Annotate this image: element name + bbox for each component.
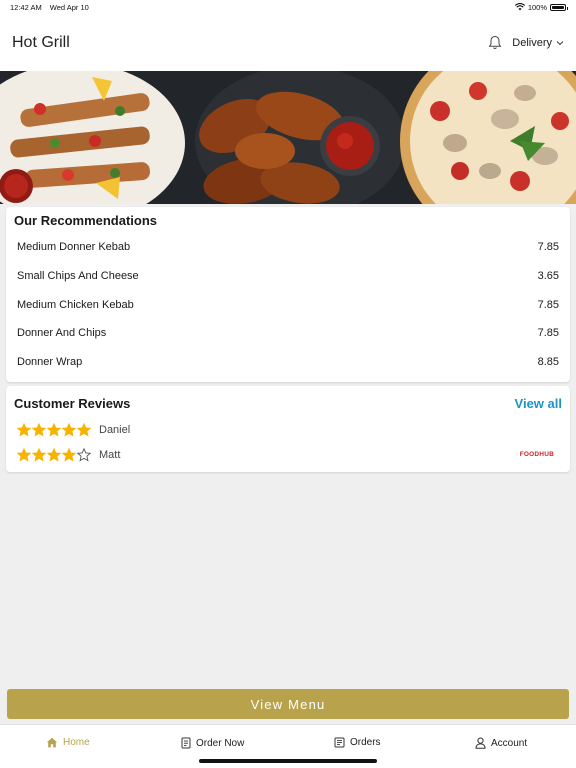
status-date: Wed Apr 10: [49, 2, 89, 12]
view-all-link[interactable]: View all: [515, 396, 562, 411]
review-item: Daniel: [6, 417, 570, 442]
skewers-plate-image: [0, 71, 185, 204]
tab-label: Order Now: [196, 737, 245, 749]
star-filled-icon: [62, 422, 76, 437]
recommendation-item[interactable]: Small Chips And Cheese 3.65: [6, 262, 570, 291]
tab-label: Account: [491, 737, 528, 749]
star-filled-icon: [32, 422, 46, 437]
reviews-header: Customer Reviews View all: [6, 386, 570, 411]
delivery-select[interactable]: Delivery: [512, 37, 564, 49]
battery-icon: [550, 3, 568, 11]
recommendation-item[interactable]: Medium Chicken Kebab 7.85: [6, 290, 570, 319]
receipt-icon: [334, 737, 345, 748]
star-filled-icon: [47, 422, 61, 437]
status-right: 100%: [514, 2, 568, 12]
battery-fill: [552, 5, 564, 9]
review-item: Matt FOODHUB: [6, 442, 570, 467]
bottom-tab-bar: Home Order Now Orders Account: [0, 724, 576, 768]
tab-orders[interactable]: Orders: [334, 737, 381, 748]
item-name: Donner And Chips: [17, 327, 107, 340]
tab-label: Orders: [350, 737, 381, 748]
home-indicator: [199, 759, 377, 763]
status-bar: 12:42 AM Wed Apr 10 100%: [0, 0, 576, 14]
recommendations-title: Our Recommendations: [14, 213, 158, 228]
view-menu-button[interactable]: View Menu: [7, 689, 569, 719]
item-name: Donner Wrap: [17, 356, 83, 369]
header-actions: Delivery: [488, 35, 564, 50]
home-icon: [46, 737, 58, 748]
item-price: 7.85: [537, 298, 559, 311]
tab-account[interactable]: Account: [475, 737, 527, 749]
hero-food-banner: [0, 71, 576, 204]
item-name: Medium Donner Kebab: [17, 241, 131, 254]
order-icon: [181, 737, 191, 749]
reviews-title: Customer Reviews: [14, 396, 131, 411]
app-header: Hot Grill Delivery: [0, 14, 576, 71]
item-price: 8.85: [537, 356, 559, 369]
star-filled-icon: [62, 447, 76, 462]
reviewer-name: Daniel: [99, 423, 131, 436]
star-filled-icon: [17, 422, 31, 437]
wifi-icon: [514, 3, 525, 11]
recommendation-item[interactable]: Donner Wrap 8.85: [6, 348, 570, 377]
item-name: Medium Chicken Kebab: [17, 298, 134, 311]
app-title: Hot Grill: [12, 33, 70, 51]
star-filled-icon: [47, 447, 61, 462]
chicken-wings-image: [195, 71, 405, 204]
bell-icon[interactable]: [488, 35, 502, 50]
item-price: 7.85: [537, 327, 559, 340]
chevron-down-icon: [556, 40, 564, 45]
tab-home[interactable]: Home: [46, 737, 90, 748]
recommendation-item[interactable]: Medium Donner Kebab 7.85: [6, 233, 570, 262]
star-rating: [17, 422, 91, 437]
reviewer-name: Matt: [99, 448, 121, 461]
item-name: Small Chips And Cheese: [17, 270, 139, 283]
star-filled-icon: [77, 422, 91, 437]
star-empty-icon: [77, 447, 91, 462]
recommendation-item[interactable]: Donner And Chips 7.85: [6, 319, 570, 348]
star-filled-icon: [17, 447, 31, 462]
battery-percent: 100%: [527, 2, 547, 12]
delivery-label: Delivery: [512, 36, 552, 49]
pizza-image: [400, 71, 576, 204]
tab-order-now[interactable]: Order Now: [181, 737, 244, 749]
foodhub-logo: FOODHUB: [519, 451, 554, 458]
star-rating: [17, 447, 91, 462]
tab-label: Home: [63, 737, 90, 748]
status-time: 12:42 AM: [10, 2, 42, 12]
star-filled-icon: [32, 447, 46, 462]
recommendations-card: Our Recommendations Medium Donner Kebab …: [6, 207, 570, 382]
user-icon: [475, 737, 486, 749]
status-left: 12:42 AM Wed Apr 10: [10, 3, 95, 12]
item-price: 3.65: [537, 270, 559, 283]
customer-reviews-card: Customer Reviews View all Daniel Matt FO…: [6, 386, 570, 472]
item-price: 7.85: [537, 241, 559, 254]
